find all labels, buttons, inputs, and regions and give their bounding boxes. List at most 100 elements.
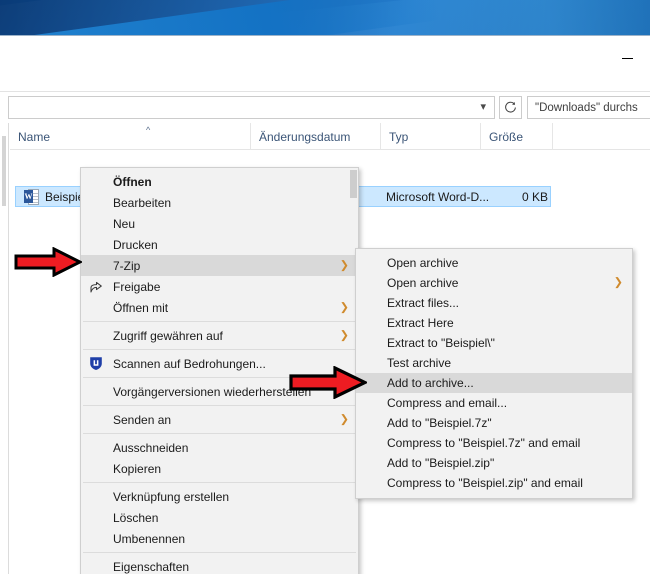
menu-item-label: Öffnen mit xyxy=(113,300,169,315)
address-bar-row: ▾ "Downloads" durchs xyxy=(0,93,650,123)
menu-item-kopieren[interactable]: Kopieren xyxy=(81,458,358,479)
submenu-item-compress-and-email[interactable]: Compress and email... xyxy=(356,393,632,413)
chevron-down-icon[interactable]: ▾ xyxy=(476,102,490,113)
menu-item-label: Add to archive... xyxy=(387,376,474,390)
menu-item-label: Löschen xyxy=(113,510,159,525)
screen: ▾ "Downloads" durchs Name ^ Änderungsdat… xyxy=(0,0,650,574)
menu-item-label: Senden an xyxy=(113,412,172,427)
column-header-type[interactable]: Typ xyxy=(380,123,480,150)
menu-item-label: Verknüpfung erstellen xyxy=(113,489,230,504)
menu-item-label: Ausschneiden xyxy=(113,440,189,455)
window-titlebar xyxy=(0,36,650,92)
submenu-item-extract-to-folder[interactable]: Extract to "Beispiel\" xyxy=(356,333,632,353)
shield-icon xyxy=(89,356,105,372)
menu-item-drucken[interactable]: Drucken xyxy=(81,234,358,255)
menu-item-7-zip[interactable]: 7-Zip ❯ xyxy=(81,255,358,276)
menu-item-label: Scannen auf Bedrohungen... xyxy=(113,356,266,371)
search-input[interactable]: "Downloads" durchs xyxy=(527,96,650,119)
column-header-name[interactable]: Name ^ xyxy=(10,123,250,150)
submenu-item-open-archive-with[interactable]: Open archive ❯ xyxy=(356,273,632,293)
menu-item-label: Zugriff gewähren auf xyxy=(113,328,223,343)
column-header-date[interactable]: Änderungsdatum xyxy=(250,123,380,150)
menu-item-label: Add to "Beispiel.7z" xyxy=(387,416,492,430)
sort-ascending-icon: ^ xyxy=(146,125,151,135)
menu-item-senden-an[interactable]: Senden an ❯ xyxy=(81,409,358,430)
menu-item-label: Vorgängerversionen wiederherstellen xyxy=(113,384,312,399)
menu-item-label: Freigabe xyxy=(113,279,161,294)
menu-item-label: Compress to "Beispiel.zip" and email xyxy=(387,476,583,490)
submenu-7zip: Open archive Open archive ❯ Extract file… xyxy=(355,248,633,499)
submenu-item-add-to-7z[interactable]: Add to "Beispiel.7z" xyxy=(356,413,632,433)
column-header-spacer xyxy=(552,123,650,150)
menu-separator xyxy=(83,349,356,350)
word-document-icon: W xyxy=(24,188,39,205)
column-header-name-label: Name xyxy=(18,129,51,144)
menu-item-label: Kopieren xyxy=(113,461,162,476)
chevron-right-icon: ❯ xyxy=(339,329,349,341)
column-header-size[interactable]: Größe xyxy=(480,123,552,150)
red-arrow-icon xyxy=(14,246,84,278)
menu-item-label: Neu xyxy=(113,216,136,231)
address-input[interactable]: ▾ xyxy=(8,96,495,119)
refresh-button[interactable] xyxy=(499,96,522,119)
submenu-item-extract-here[interactable]: Extract Here xyxy=(356,313,632,333)
chevron-right-icon: ❯ xyxy=(339,301,349,313)
menu-item-label: Extract Here xyxy=(387,316,454,330)
submenu-item-extract-files[interactable]: Extract files... xyxy=(356,293,632,313)
file-name-cell: W Beispiel xyxy=(24,188,87,205)
column-header-type-label: Typ xyxy=(389,129,409,144)
file-size-cell: 0 KB xyxy=(521,189,548,204)
desktop-wallpaper xyxy=(0,0,650,36)
share-icon xyxy=(89,279,105,295)
menu-item-label: Compress and email... xyxy=(387,396,508,410)
menu-item-oeffnen-mit[interactable]: Öffnen mit ❯ xyxy=(81,297,358,318)
menu-item-zugriff-gewaehren-auf[interactable]: Zugriff gewähren auf ❯ xyxy=(81,325,358,346)
menu-item-label: Öffnen xyxy=(113,174,152,189)
menu-item-umbenennen[interactable]: Umbenennen xyxy=(81,528,358,549)
submenu-item-open-archive[interactable]: Open archive xyxy=(356,253,632,273)
menu-separator xyxy=(83,482,356,483)
menu-item-eigenschaften[interactable]: Eigenschaften xyxy=(81,556,358,574)
submenu-item-add-to-zip[interactable]: Add to "Beispiel.zip" xyxy=(356,453,632,473)
navigation-pane-scrollbar[interactable] xyxy=(2,136,6,206)
menu-item-label: Open archive xyxy=(387,276,459,290)
column-header-row: Name ^ Änderungsdatum Typ Größe xyxy=(10,123,650,150)
menu-item-label: Compress to "Beispiel.7z" and email xyxy=(387,436,581,450)
menu-item-label: Bearbeiten xyxy=(113,195,172,210)
menu-separator xyxy=(83,321,356,322)
menu-item-neu[interactable]: Neu xyxy=(81,213,358,234)
menu-item-label: Extract to "Beispiel\" xyxy=(387,336,495,350)
menu-item-verknuepfung-erstellen[interactable]: Verknüpfung erstellen xyxy=(81,486,358,507)
menu-item-label: Add to "Beispiel.zip" xyxy=(387,456,495,470)
minimize-button[interactable] xyxy=(604,44,650,72)
menu-item-label: Test archive xyxy=(387,356,452,370)
menu-item-loeschen[interactable]: Löschen xyxy=(81,507,358,528)
menu-separator xyxy=(83,433,356,434)
refresh-icon xyxy=(505,101,516,113)
menu-item-label: Extract files... xyxy=(387,296,460,310)
menu-item-label: 7-Zip xyxy=(113,258,141,273)
menu-item-freigabe[interactable]: Freigabe xyxy=(81,276,358,297)
submenu-item-compress-to-7z-and-email[interactable]: Compress to "Beispiel.7z" and email xyxy=(356,433,632,453)
file-type-cell: Microsoft Word-D... xyxy=(386,189,490,204)
arrow-pointing-7zip xyxy=(14,246,84,282)
menu-separator xyxy=(83,405,356,406)
chevron-right-icon: ❯ xyxy=(339,259,349,271)
column-header-size-label: Größe xyxy=(489,129,524,144)
menu-item-oeffnen[interactable]: Öffnen xyxy=(81,171,358,192)
menu-item-label: Eigenschaften xyxy=(113,559,190,574)
menu-separator xyxy=(83,552,356,553)
chevron-right-icon: ❯ xyxy=(613,276,623,289)
menu-item-ausschneiden[interactable]: Ausschneiden xyxy=(81,437,358,458)
submenu-item-compress-to-zip-and-email[interactable]: Compress to "Beispiel.zip" and email xyxy=(356,473,632,493)
red-arrow-icon xyxy=(289,365,369,400)
menu-item-label: Open archive xyxy=(387,256,459,270)
submenu-item-add-to-archive[interactable]: Add to archive... xyxy=(356,373,632,393)
minimize-icon xyxy=(621,57,633,59)
chevron-right-icon: ❯ xyxy=(339,413,349,425)
menu-item-label: Drucken xyxy=(113,237,158,252)
menu-item-label: Umbenennen xyxy=(113,531,186,546)
submenu-item-test-archive[interactable]: Test archive xyxy=(356,353,632,373)
column-header-date-label: Änderungsdatum xyxy=(259,129,351,144)
menu-item-bearbeiten[interactable]: Bearbeiten xyxy=(81,192,358,213)
